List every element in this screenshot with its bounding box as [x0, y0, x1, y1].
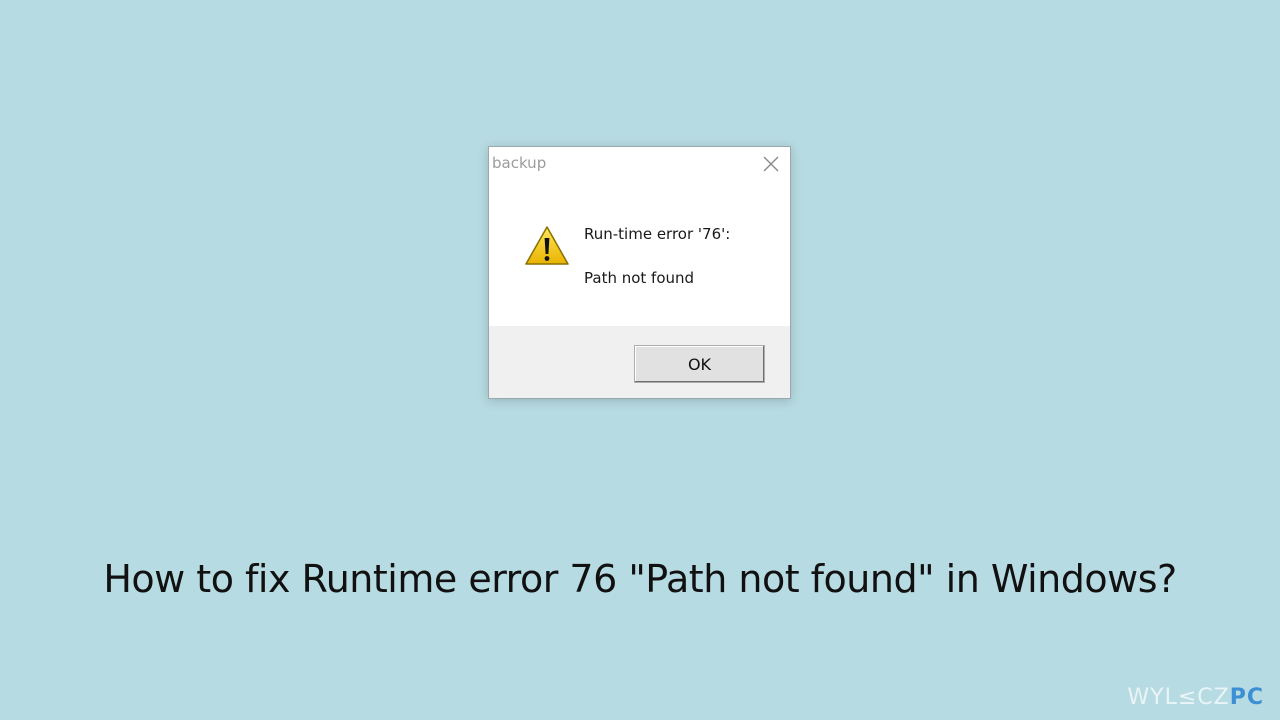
watermark-main-text: WYL≤CZ	[1127, 685, 1230, 710]
ok-button[interactable]: OK	[634, 345, 765, 383]
error-message-text: Path not found	[584, 269, 695, 287]
warning-icon	[525, 226, 569, 265]
dialog-title: backup	[492, 154, 547, 172]
close-icon	[763, 156, 779, 172]
error-code-text: Run-time error '76':	[584, 225, 731, 243]
dialog-button-area: OK	[489, 326, 790, 398]
dialog-title-bar[interactable]: backup	[489, 147, 790, 179]
article-caption: How to fix Runtime error 76 "Path not fo…	[103, 557, 1177, 601]
watermark-accent-text: PC	[1229, 685, 1264, 710]
site-watermark: WYL≤CZPC	[1127, 685, 1264, 710]
close-button[interactable]	[758, 151, 784, 177]
error-dialog: backup Run-time error '76': Path not fou…	[488, 146, 791, 399]
